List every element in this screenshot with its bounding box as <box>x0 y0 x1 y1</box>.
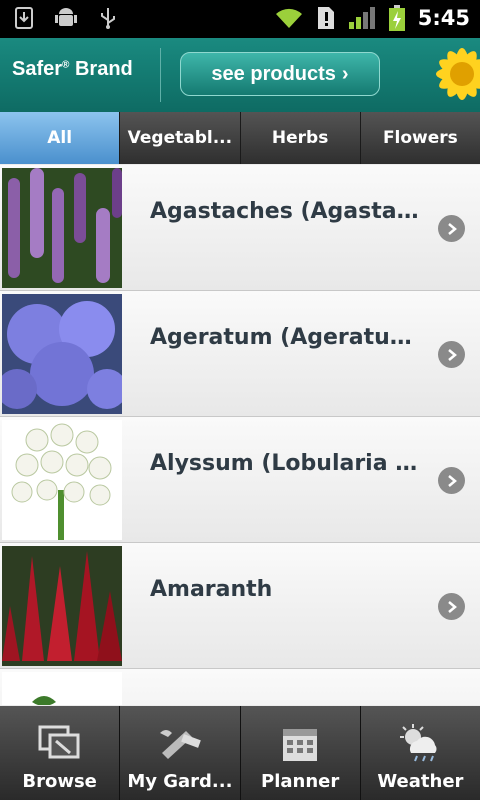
list-item[interactable]: Ageratum (Ageratum ...) <box>0 291 480 417</box>
bottom-nav: Browse My Gard... Planner Weather <box>0 706 480 800</box>
list-item[interactable]: Alyssum (Lobularia m...) <box>0 417 480 543</box>
category-tabs: All Vegetabl... Herbs Flowers <box>0 112 480 164</box>
brand-logo: Safer® Brand <box>12 58 133 80</box>
tab-herbs[interactable]: Herbs <box>240 112 361 164</box>
nav-planner[interactable]: Planner <box>241 706 361 800</box>
plant-list[interactable]: Agastaches (Agastache...) Ageratum (Ager… <box>0 165 480 705</box>
nav-my-garden[interactable]: My Gard... <box>120 706 241 800</box>
alyssum-thumbnail <box>2 420 122 540</box>
tab-vegetables[interactable]: Vegetabl... <box>120 112 241 164</box>
nav-weather[interactable]: Weather <box>361 706 480 800</box>
chevron-right-icon[interactable] <box>438 215 465 242</box>
chevron-right-icon[interactable] <box>438 341 465 368</box>
plant-name: Alyssum (Lobularia m...) <box>150 451 425 476</box>
chevron-right-icon[interactable] <box>438 593 465 620</box>
chevron-right-icon: › <box>341 62 349 85</box>
list-item[interactable] <box>0 669 480 705</box>
browse-icon <box>38 725 80 759</box>
safer-brand-banner[interactable]: Safer® Brand see products › <box>0 38 480 112</box>
android-debug-icon <box>55 8 77 26</box>
garden-tools-icon <box>159 730 201 759</box>
ageratum-thumbnail <box>2 294 122 414</box>
sim-alert-icon <box>317 7 334 29</box>
plant-name: Ageratum (Ageratum ...) <box>150 325 425 350</box>
agastache-thumbnail <box>2 168 122 288</box>
daisy-image <box>400 38 480 112</box>
usb-icon <box>101 8 115 29</box>
amaranth-thumbnail <box>2 546 122 666</box>
plant-name: Agastaches (Agastache...) <box>150 199 425 224</box>
status-bar: 5:45 <box>0 0 480 38</box>
banner-divider <box>160 48 161 102</box>
clock: 5:45 <box>417 6 470 30</box>
calendar-icon <box>283 729 318 761</box>
nav-browse[interactable]: Browse <box>0 706 121 800</box>
list-item[interactable]: Amaranth <box>0 543 480 669</box>
plant-name: Amaranth <box>150 577 273 602</box>
plant-thumbnail <box>2 672 122 705</box>
weather-icon <box>400 724 437 762</box>
list-item[interactable]: Agastaches (Agastache...) <box>0 165 480 291</box>
tab-all[interactable]: All <box>0 112 121 164</box>
tab-flowers[interactable]: Flowers <box>360 112 480 164</box>
download-icon <box>15 7 33 29</box>
wifi-icon <box>275 8 302 28</box>
battery-charging-icon <box>388 5 405 31</box>
signal-icon <box>348 7 375 29</box>
chevron-right-icon[interactable] <box>438 467 465 494</box>
see-products-button[interactable]: see products › <box>180 52 380 96</box>
